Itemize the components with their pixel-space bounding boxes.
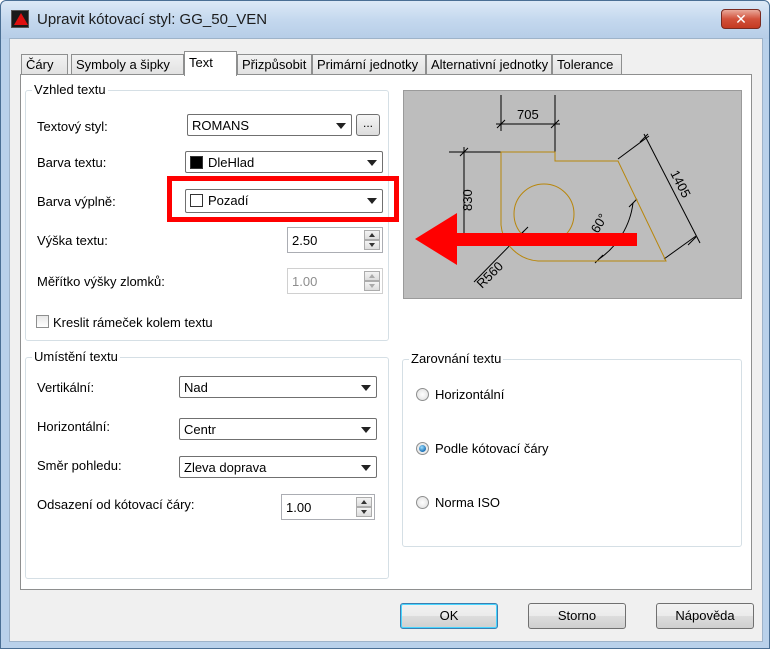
title-bar[interactable]: Upravit kótovací styl: GG_50_VEN ✕ xyxy=(1,1,769,39)
fill-color-combo[interactable]: Pozadí xyxy=(185,189,383,213)
text-color-value: DleHlad xyxy=(208,155,255,170)
offset-input[interactable]: 1.00 xyxy=(281,494,375,520)
preview-dim-left: 830 xyxy=(460,189,475,211)
text-color-combo[interactable]: DleHlad xyxy=(185,151,383,173)
offset-value: 1.00 xyxy=(286,500,312,515)
text-color-label: Barva textu: xyxy=(37,155,107,170)
dialog-window: Upravit kótovací styl: GG_50_VEN ✕ Čáry … xyxy=(0,0,770,649)
chevron-down-icon xyxy=(361,465,371,471)
ok-button[interactable]: OK xyxy=(400,603,498,629)
horizontal-label: Horizontální: xyxy=(37,419,110,434)
spin-up-button[interactable] xyxy=(356,497,372,507)
chevron-down-icon xyxy=(361,427,371,433)
horizontal-combo[interactable]: Centr xyxy=(179,418,377,440)
draw-frame-label[interactable]: Kreslit rámeček kolem textu xyxy=(53,315,213,330)
radio-horizontal[interactable] xyxy=(416,388,429,401)
preview-dim-top: 705 xyxy=(517,107,539,122)
tab-primary-units[interactable]: Primární jednotky xyxy=(312,54,426,75)
tab-alternate-units[interactable]: Alternativní jednotky xyxy=(426,54,552,75)
fraction-scale-label: Měřítko výšky zlomků: xyxy=(37,274,165,289)
text-style-value: ROMANS xyxy=(192,118,250,133)
spin-up-button[interactable] xyxy=(364,271,380,281)
text-placement-title: Umístění textu xyxy=(32,349,120,364)
spin-down-button[interactable] xyxy=(364,240,380,250)
tab-fit[interactable]: Přizpůsobit xyxy=(237,54,312,75)
vertical-value: Nad xyxy=(184,380,208,395)
help-button[interactable]: Nápověda xyxy=(656,603,754,629)
radio-horizontal-label[interactable]: Horizontální xyxy=(435,387,504,402)
fraction-scale-value: 1.00 xyxy=(292,274,318,289)
preview-drawing: 705 830 1405 60° R560 xyxy=(449,95,701,292)
tab-lines[interactable]: Čáry xyxy=(21,54,68,75)
radio-aligned-label[interactable]: Podle kótovací čáry xyxy=(435,441,548,456)
text-appearance-title: Vzhled textu xyxy=(32,82,108,97)
text-height-label: Výška textu: xyxy=(37,233,108,248)
fill-color-value: Pozadí xyxy=(208,193,249,208)
text-height-input[interactable]: 2.50 xyxy=(287,227,383,253)
preview-dim-diagonal: 1405 xyxy=(667,168,693,201)
close-button[interactable]: ✕ xyxy=(721,9,761,29)
cancel-button[interactable]: Storno xyxy=(528,603,626,629)
dimension-preview: 705 830 1405 60° R560 xyxy=(403,90,742,299)
view-direction-combo[interactable]: Zleva doprava xyxy=(179,456,377,478)
tab-symbols-arrows[interactable]: Symboly a šipky xyxy=(71,54,184,75)
chevron-down-icon xyxy=(336,123,346,129)
radio-aligned-with-dimline[interactable] xyxy=(416,442,429,455)
browse-text-style-button[interactable]: ... xyxy=(356,114,380,136)
vertical-combo[interactable]: Nad xyxy=(179,376,377,398)
text-alignment-title: Zarovnání textu xyxy=(409,351,504,366)
horizontal-value: Centr xyxy=(184,422,216,437)
chevron-down-icon xyxy=(367,198,377,204)
dialog-client: Čáry Symboly a šipky Text Přizpůsobit Pr… xyxy=(9,38,763,642)
chevron-down-icon xyxy=(361,385,371,391)
color-swatch xyxy=(190,156,203,169)
window-title: Upravit kótovací styl: GG_50_VEN xyxy=(37,11,268,28)
draw-frame-checkbox[interactable] xyxy=(36,315,49,328)
tab-tolerance[interactable]: Tolerance xyxy=(552,54,622,75)
radio-iso-standard[interactable] xyxy=(416,496,429,509)
spin-up-button[interactable] xyxy=(364,230,380,240)
tab-text[interactable]: Text xyxy=(184,51,237,76)
autocad-app-icon xyxy=(11,10,29,28)
text-style-label: Textový styl: xyxy=(37,119,108,134)
chevron-down-icon xyxy=(367,160,377,166)
text-style-combo[interactable]: ROMANS xyxy=(187,114,352,136)
vertical-label: Vertikální: xyxy=(37,380,95,395)
view-direction-value: Zleva doprava xyxy=(184,460,267,475)
radio-iso-label[interactable]: Norma ISO xyxy=(435,495,500,510)
spin-down-button[interactable] xyxy=(364,281,380,291)
view-direction-label: Směr pohledu: xyxy=(37,458,122,473)
fraction-scale-input[interactable]: 1.00 xyxy=(287,268,383,294)
spin-down-button[interactable] xyxy=(356,507,372,517)
fill-color-label: Barva výplně: xyxy=(37,194,116,209)
text-height-value: 2.50 xyxy=(292,233,318,248)
color-swatch xyxy=(190,194,203,207)
preview-angle: 60° xyxy=(588,211,611,236)
preview-radius: R560 xyxy=(474,259,507,292)
offset-label: Odsazení od kótovací čáry: xyxy=(37,497,195,512)
